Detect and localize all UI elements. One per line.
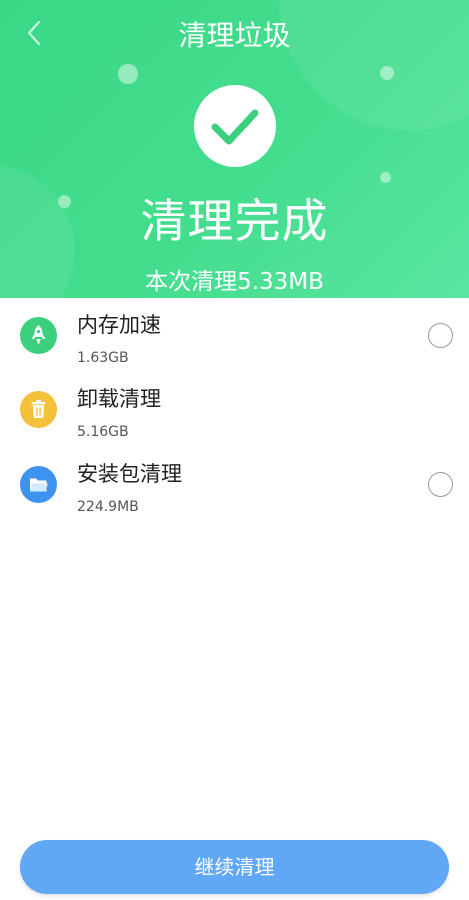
item-name: 内存加速 bbox=[77, 313, 161, 337]
result-title: 清理完成 bbox=[140, 194, 329, 248]
decor-dot bbox=[118, 64, 138, 84]
folder-icon bbox=[20, 466, 57, 503]
page-title: 清理垃圾 bbox=[178, 19, 291, 52]
rocket-icon bbox=[20, 317, 57, 354]
checkmark-icon bbox=[211, 109, 259, 145]
item-size: 224.9MB bbox=[77, 499, 139, 515]
select-radio[interactable] bbox=[428, 472, 453, 497]
list-item-memory-boost[interactable]: 内存加速 1.63GB bbox=[0, 304, 469, 378]
trash-icon bbox=[20, 391, 57, 428]
list-item-uninstall-cleanup[interactable]: 卸载清理 5.16GB bbox=[0, 378, 469, 452]
item-size: 5.16GB bbox=[77, 424, 129, 440]
item-name: 卸载清理 bbox=[77, 387, 161, 411]
decor-dot bbox=[380, 172, 391, 183]
success-badge bbox=[194, 85, 276, 167]
item-size: 1.63GB bbox=[77, 350, 129, 366]
list-item-package-cleanup[interactable]: 安装包清理 224.9MB bbox=[0, 453, 469, 527]
header-banner: 清理垃圾 清理完成 本次清理5.33MB bbox=[0, 0, 469, 298]
result-summary: 本次清理5.33MB bbox=[145, 269, 324, 295]
select-radio[interactable] bbox=[428, 323, 453, 348]
decor-dot bbox=[380, 66, 394, 80]
continue-cleanup-button[interactable]: 继续清理 bbox=[20, 840, 449, 894]
item-name: 安装包清理 bbox=[77, 462, 182, 486]
